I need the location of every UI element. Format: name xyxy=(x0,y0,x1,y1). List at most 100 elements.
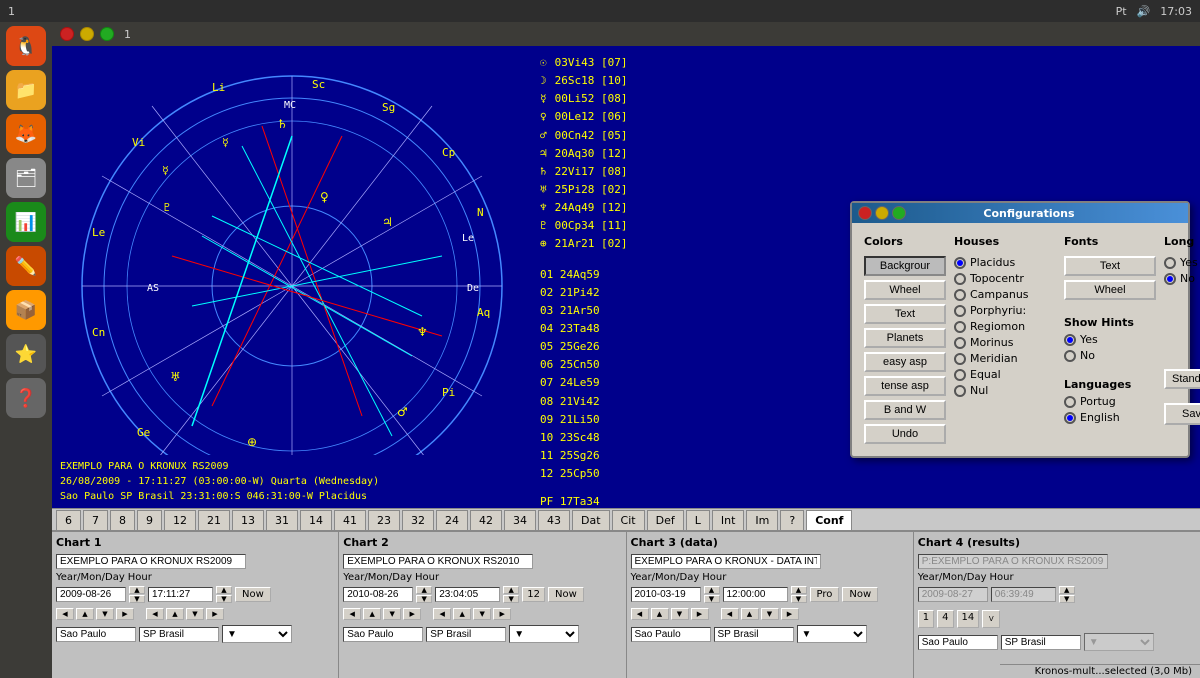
chart2-adj3[interactable]: ▼ xyxy=(383,608,401,620)
tab-dat[interactable]: Dat xyxy=(572,510,610,530)
config-house-porphyriu[interactable]: Porphyriu: xyxy=(954,304,1056,317)
chart2-location-input[interactable] xyxy=(343,627,423,642)
chart2-adj5[interactable]: ◀ xyxy=(433,608,451,620)
chart1-adj7[interactable]: ▼ xyxy=(186,608,204,620)
config-save-btn[interactable]: Save xyxy=(1164,403,1200,425)
config-btn-text-font[interactable]: Text xyxy=(1064,256,1156,276)
chart1-adj2[interactable]: ▲ xyxy=(76,608,94,620)
chart3-time-up[interactable]: ▲ xyxy=(791,586,807,594)
tab-int[interactable]: Int xyxy=(712,510,745,530)
config-maximize-btn[interactable] xyxy=(892,206,906,220)
chart2-location-select[interactable]: ▼ xyxy=(509,625,579,643)
chart1-region-input[interactable] xyxy=(139,627,219,642)
chart3-time-input[interactable] xyxy=(723,587,788,602)
config-btn-undo[interactable]: Undo xyxy=(864,424,946,444)
chart2-adj8[interactable]: ▶ xyxy=(493,608,511,620)
config-close-btn[interactable] xyxy=(858,206,872,220)
config-house-regiomon[interactable]: Regiomon xyxy=(954,320,1056,333)
config-btn-text-color[interactable]: Text xyxy=(864,304,946,324)
config-hints-no[interactable]: No xyxy=(1064,349,1156,362)
chart1-time-input[interactable] xyxy=(148,587,213,602)
chart1-adj1[interactable]: ◀ xyxy=(56,608,74,620)
chart3-adj6[interactable]: ▲ xyxy=(741,608,759,620)
chart4-time-input[interactable] xyxy=(991,587,1056,602)
window-maximize-btn[interactable] xyxy=(100,27,114,41)
tab-def[interactable]: Def xyxy=(647,510,684,530)
config-house-meridian[interactable]: Meridian xyxy=(954,352,1056,365)
config-house-equal[interactable]: Equal xyxy=(954,368,1056,381)
config-house-placidus[interactable]: Placidus xyxy=(954,256,1056,269)
chart2-adj1[interactable]: ◀ xyxy=(343,608,361,620)
tab-21[interactable]: 21 xyxy=(198,510,230,530)
chart3-pro-btn[interactable]: Pro xyxy=(810,587,840,602)
chart3-adj2[interactable]: ▲ xyxy=(651,608,669,620)
chart1-now-btn[interactable]: Now xyxy=(235,587,271,602)
chart2-name-input[interactable] xyxy=(343,554,533,569)
sidebar-icon-ubuntu[interactable]: 🐧 xyxy=(6,26,46,66)
config-house-topocentr[interactable]: Topocentr xyxy=(954,272,1056,285)
chart3-adj5[interactable]: ◀ xyxy=(721,608,739,620)
config-standard-btn[interactable]: Standar xyxy=(1164,369,1200,389)
tab-9[interactable]: 9 xyxy=(137,510,162,530)
chart2-now-btn[interactable]: Now xyxy=(548,587,584,602)
chart2-date-input[interactable] xyxy=(343,587,413,602)
chart3-adj3[interactable]: ▼ xyxy=(671,608,689,620)
window-close-btn[interactable] xyxy=(60,27,74,41)
chart3-date-down[interactable]: ▼ xyxy=(704,595,720,603)
tab-23[interactable]: 23 xyxy=(368,510,400,530)
tab-conf[interactable]: Conf xyxy=(806,510,852,530)
sidebar-icon-astro[interactable]: ⭐ xyxy=(6,334,46,374)
sidebar-icon-firefox[interactable]: 🦊 xyxy=(6,114,46,154)
chart3-region-input[interactable] xyxy=(714,627,794,642)
tab-12[interactable]: 12 xyxy=(164,510,196,530)
chart2-time-down[interactable]: ▼ xyxy=(503,595,519,603)
chart1-location-select[interactable]: ▼ xyxy=(222,625,292,643)
tab-6[interactable]: 6 xyxy=(56,510,81,530)
window-minimize-btn[interactable] xyxy=(80,27,94,41)
config-long-yes[interactable]: Yes xyxy=(1164,256,1200,269)
sidebar-icon-files[interactable]: 📁 xyxy=(6,70,46,110)
config-minimize-btn[interactable] xyxy=(875,206,889,220)
sidebar-icon-amazon[interactable]: 📦 xyxy=(6,290,46,330)
tab-32[interactable]: 32 xyxy=(402,510,434,530)
chart4-num-4[interactable]: 4 xyxy=(937,610,953,628)
sidebar-icon-draw[interactable]: ✏️ xyxy=(6,246,46,286)
config-hints-yes[interactable]: Yes xyxy=(1064,333,1156,346)
config-house-campanus[interactable]: Campanus xyxy=(954,288,1056,301)
chart2-time-input[interactable] xyxy=(435,587,500,602)
tab-31[interactable]: 31 xyxy=(266,510,298,530)
chart1-name-input[interactable] xyxy=(56,554,246,569)
chart2-adj6[interactable]: ▲ xyxy=(453,608,471,620)
tab-im[interactable]: Im xyxy=(746,510,778,530)
chart3-adj1[interactable]: ◀ xyxy=(631,608,649,620)
chart3-adj8[interactable]: ▶ xyxy=(781,608,799,620)
chart3-date-up[interactable]: ▲ xyxy=(704,586,720,594)
chart1-adj6[interactable]: ▲ xyxy=(166,608,184,620)
config-long-no[interactable]: No xyxy=(1164,272,1200,285)
config-btn-wheel[interactable]: Wheel xyxy=(864,280,946,300)
chart4-name-input[interactable] xyxy=(918,554,1108,569)
chart3-adj4[interactable]: ▶ xyxy=(691,608,709,620)
tab-42[interactable]: 42 xyxy=(470,510,502,530)
chart1-time-down[interactable]: ▼ xyxy=(216,595,232,603)
chart4-date-input[interactable] xyxy=(918,587,988,602)
config-lang-english[interactable]: English xyxy=(1064,411,1156,424)
chart2-adj7[interactable]: ▼ xyxy=(473,608,491,620)
tab-l[interactable]: L xyxy=(686,510,710,530)
tab-question[interactable]: ? xyxy=(780,510,804,530)
config-btn-background[interactable]: Backgrour xyxy=(864,256,946,276)
chart2-date-up[interactable]: ▲ xyxy=(416,586,432,594)
chart1-location-input[interactable] xyxy=(56,627,136,642)
chart4-v-btn[interactable]: V xyxy=(982,610,1000,628)
chart1-adj8[interactable]: ▶ xyxy=(206,608,224,620)
chart4-num-14[interactable]: 14 xyxy=(957,610,980,628)
chart4-location-input[interactable] xyxy=(918,635,998,650)
chart2-num-12[interactable]: 12 xyxy=(522,587,545,602)
chart1-date-input[interactable] xyxy=(56,587,126,602)
sidebar-icon-calc[interactable]: 📊 xyxy=(6,202,46,242)
tab-24[interactable]: 24 xyxy=(436,510,468,530)
chart1-adj4[interactable]: ▶ xyxy=(116,608,134,620)
config-btn-bw[interactable]: B and W xyxy=(864,400,946,420)
tab-14[interactable]: 14 xyxy=(300,510,332,530)
config-btn-easy-asp[interactable]: easy asp xyxy=(864,352,946,372)
